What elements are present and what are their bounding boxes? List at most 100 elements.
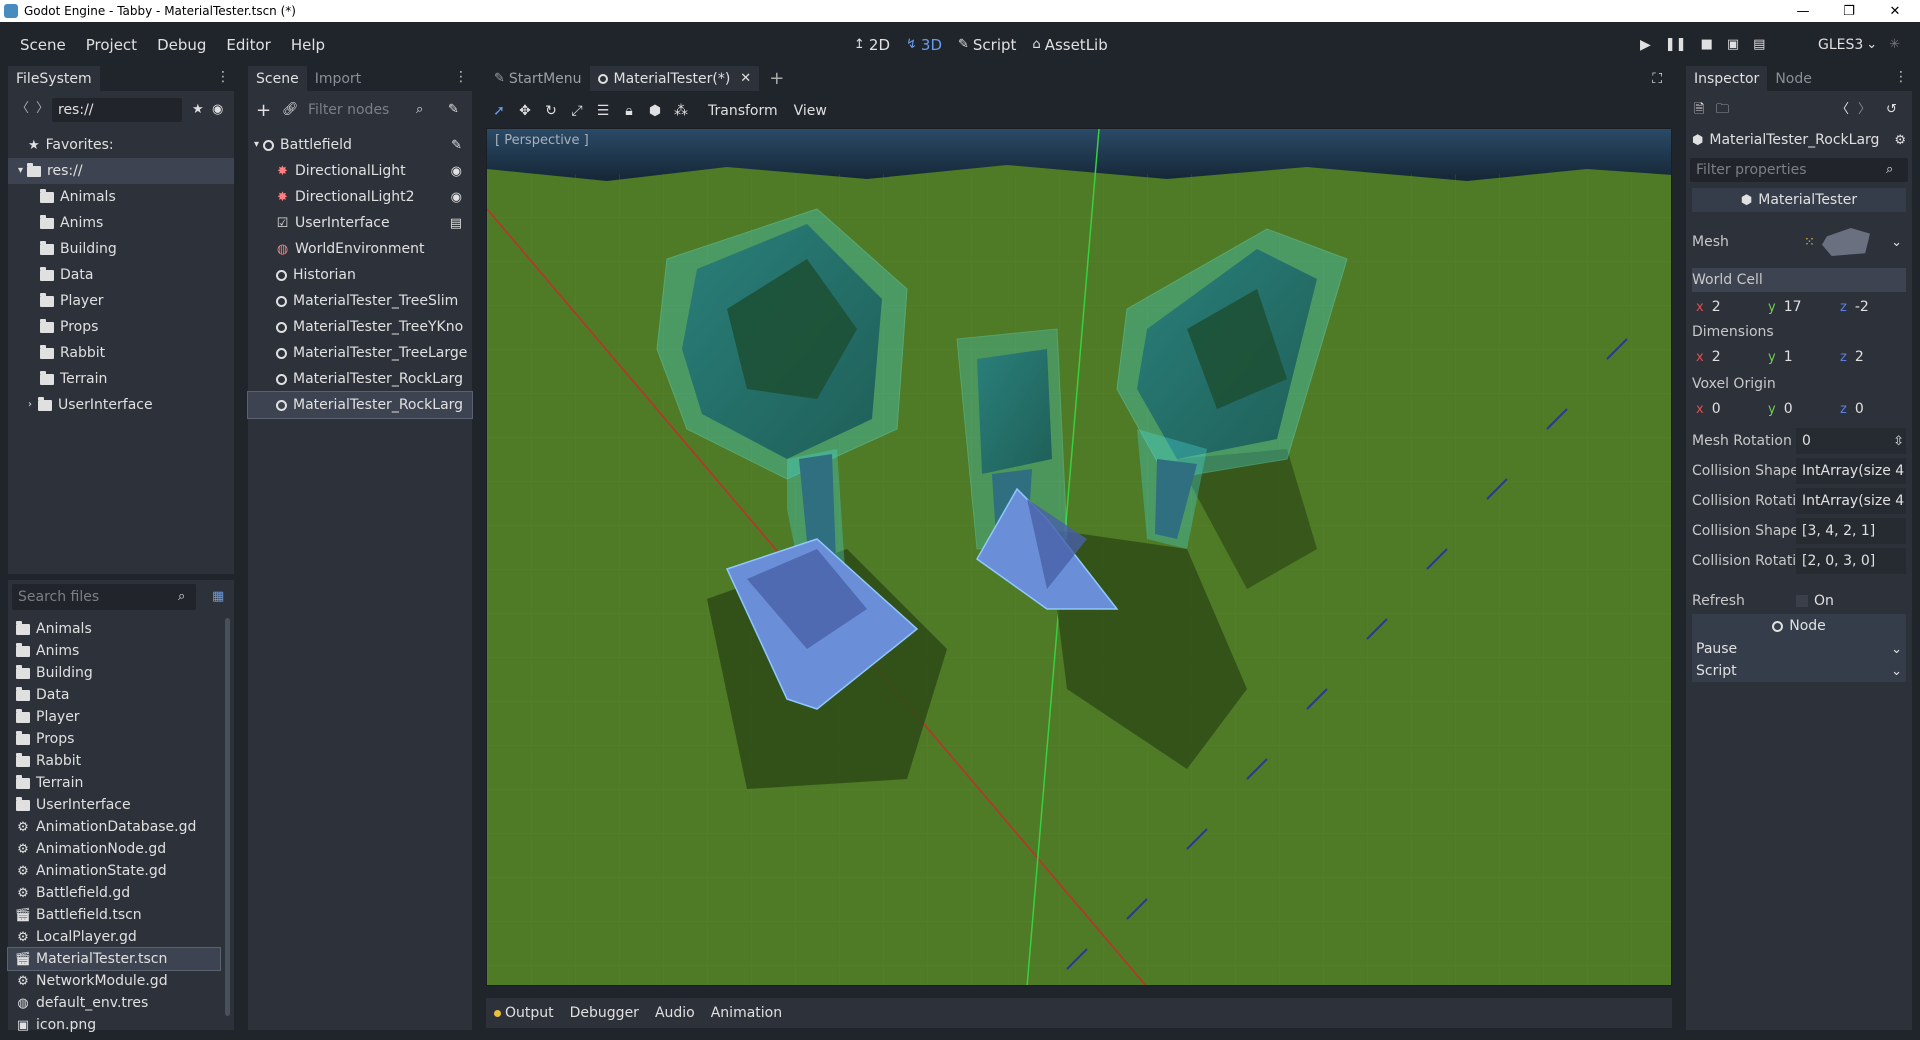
file-list-item[interactable]: ⚙ LocalPlayer.gd (8, 926, 220, 948)
tab-animation[interactable]: Animation (711, 1005, 782, 1021)
tree-folder-item[interactable]: Animals (8, 184, 234, 210)
script-attach-icon[interactable]: ✎ (448, 103, 459, 116)
tree-folder-item[interactable]: Anims (8, 210, 234, 236)
file-list-item[interactable]: Data (8, 684, 220, 706)
dimensions-z[interactable]: z2 (1836, 344, 1864, 370)
transform-menu[interactable]: Transform (708, 103, 778, 119)
list-select-icon[interactable]: ☰ (590, 98, 616, 124)
play-scene-icon[interactable]: ▣ (1727, 38, 1739, 51)
tree-folder-item[interactable]: Data (8, 262, 234, 288)
dimensions-x[interactable]: x2 (1692, 344, 1721, 370)
history-forward-icon[interactable]: 〉 (1858, 103, 1871, 116)
file-list-item[interactable]: ⚙ AnimationState.gd (8, 860, 220, 882)
tab-node[interactable]: Node (1767, 66, 1820, 91)
world-cell-z[interactable]: z -2 (1836, 294, 1869, 320)
snap-icon[interactable]: ⁂ (668, 98, 694, 124)
inspected-object[interactable]: ⬢ MaterialTester_RockLarg ⚙ (1692, 128, 1906, 152)
file-list-item[interactable]: ⚙ Battlefield.gd (8, 882, 220, 904)
property-value[interactable]: [3, 4, 2, 1] (1796, 518, 1906, 544)
scene-node-item[interactable]: ◍ WorldEnvironment (248, 236, 472, 262)
workspace-script-button[interactable]: ✎ Script (950, 36, 1024, 54)
film-icon[interactable]: ▤ (450, 217, 462, 230)
scene-node-item[interactable]: MaterialTester_RockLarg (247, 391, 473, 419)
perspective-label[interactable]: [ Perspective ] (495, 133, 589, 148)
tree-folder-item[interactable]: Building (8, 236, 234, 262)
view-menu[interactable]: View (794, 103, 827, 119)
pause-group[interactable]: Pause ⌄ (1692, 638, 1906, 660)
kebab-menu-icon[interactable]: ⋮ (454, 69, 468, 85)
file-list-item[interactable]: ⚙ NetworkModule.gd (8, 970, 220, 992)
tab-inspector[interactable]: Inspector (1686, 66, 1768, 91)
file-list-item[interactable]: ⚙ AnimationNode.gd (8, 838, 220, 860)
scene-node-item[interactable]: MaterialTester_TreeSlim (248, 288, 472, 314)
rotate-tool-icon[interactable]: ↻ (538, 98, 564, 124)
menu-help[interactable]: Help (281, 36, 335, 54)
world-cell-x[interactable]: x2 (1692, 294, 1721, 320)
pause-icon[interactable]: ❚❚ (1665, 38, 1687, 51)
scene-node-item[interactable]: Historian (248, 262, 472, 288)
menu-project[interactable]: Project (76, 36, 147, 54)
tab-materialtester[interactable]: MaterialTester(*) ✕ (589, 66, 760, 91)
back-icon[interactable]: 〈 (16, 102, 29, 115)
visibility-icon[interactable]: ◉ (212, 103, 223, 116)
file-list-item[interactable]: ⚙ AnimationDatabase.gd (8, 816, 220, 838)
grid-view-icon[interactable]: ▦ (212, 590, 224, 603)
add-node-icon[interactable]: + (256, 102, 271, 120)
new-resource-icon[interactable]: 🗎︎ (1694, 103, 1704, 116)
forward-icon[interactable]: 〉 (36, 102, 49, 115)
workspace-assetlib-button[interactable]: ⌂ AssetLib (1024, 36, 1115, 54)
tab-filesystem[interactable]: FileSystem (8, 66, 100, 91)
script-icon[interactable]: ✎ (451, 139, 462, 152)
filter-properties-input[interactable]: Filter properties (1690, 158, 1908, 182)
tree-folder-item[interactable]: Rabbit (8, 340, 234, 366)
world-cell-y[interactable]: y 17 (1764, 294, 1802, 320)
refresh-checkbox[interactable]: On (1796, 588, 1906, 614)
visibility-icon[interactable]: ◉ (451, 191, 462, 204)
scene-node-item[interactable]: ✸ DirectionalLight ◉ (248, 158, 472, 184)
tab-scene[interactable]: Scene (248, 66, 307, 91)
open-folder-icon[interactable]: 🗀︎ (1716, 103, 1729, 116)
tab-audio[interactable]: Audio (655, 1005, 695, 1021)
close-window-button[interactable]: ✕ (1872, 0, 1918, 22)
visibility-icon[interactable]: ◉ (451, 165, 462, 178)
renderer-select[interactable]: GLES3 ⌄ ✳ (1818, 22, 1900, 67)
object-properties-icon[interactable]: ⚙ (1894, 134, 1906, 147)
local-space-icon[interactable]: ⬢ (642, 98, 668, 124)
file-list-item[interactable]: Building (8, 662, 220, 684)
workspace-2d-button[interactable]: ↥ 2D (846, 36, 898, 54)
file-list-item[interactable]: Terrain (8, 772, 220, 794)
property-value[interactable]: IntArray(size 4 (1796, 458, 1906, 484)
scene-node-item[interactable]: MaterialTester_TreeYKno (248, 314, 472, 340)
history-icon[interactable]: ↺ (1886, 103, 1897, 116)
file-list-item[interactable]: Props (8, 728, 220, 750)
tree-folder-item[interactable]: Props (8, 314, 234, 340)
chevron-down-icon[interactable]: ⌄ (1891, 236, 1902, 249)
file-list-item[interactable]: 🎬︎ Battlefield.tscn (8, 904, 220, 926)
voxel-origin-x[interactable]: x0 (1692, 396, 1721, 422)
script-group[interactable]: Script ⌄ (1692, 660, 1906, 682)
scene-node-item[interactable]: MaterialTester_TreeLarge (248, 340, 472, 366)
maximize-button[interactable]: ❐ (1826, 0, 1872, 22)
property-value[interactable]: IntArray(size 4 (1796, 488, 1906, 514)
distraction-free-icon[interactable]: ⛶ (1652, 72, 1662, 86)
kebab-menu-icon[interactable]: ⋮ (216, 69, 230, 85)
filter-nodes-input[interactable]: Filter nodes (302, 98, 432, 122)
path-field[interactable]: res:// (52, 98, 182, 122)
play-custom-scene-icon[interactable]: ▤ (1753, 38, 1765, 51)
scene-node-item[interactable]: MaterialTester_RockLarg (248, 366, 472, 392)
new-tab-icon[interactable]: + (769, 69, 784, 88)
scene-node-item[interactable]: ☑ UserInterface ▤ (248, 210, 472, 236)
tab-startmenu[interactable]: ✎ StartMenu (486, 66, 590, 91)
link-icon[interactable]: 🔗︎ (282, 103, 299, 116)
close-tab-icon[interactable]: ✕ (740, 72, 751, 85)
split-handle[interactable] (8, 574, 234, 580)
mesh-preview[interactable] (1822, 228, 1870, 256)
file-list-item[interactable]: UserInterface (8, 794, 220, 816)
move-tool-icon[interactable]: ✥ (512, 98, 538, 124)
tab-output[interactable]: Output (494, 1005, 554, 1021)
voxel-origin-y[interactable]: y0 (1764, 396, 1793, 422)
file-list-item[interactable]: 🎬︎ MaterialTester.tscn (7, 947, 221, 971)
file-list-item[interactable]: ◍ default_env.tres (8, 992, 220, 1014)
tree-folder-item[interactable]: › UserInterface (8, 392, 234, 418)
spin-arrows-icon[interactable]: ⇳ (1893, 435, 1904, 448)
